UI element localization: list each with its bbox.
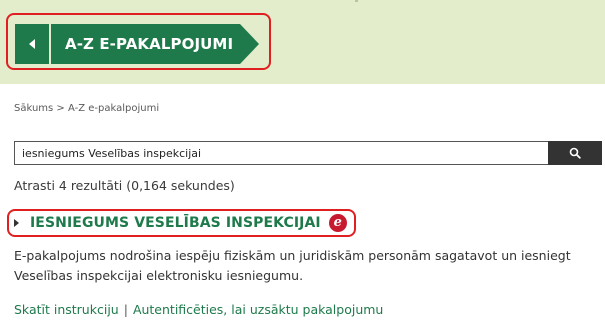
- results-summary: Atrasti 4 rezultāti (0,164 sekundes): [14, 178, 235, 193]
- result-title[interactable]: IESNIEGUMS VESELĪBAS INSPEKCIJAI e: [14, 214, 347, 232]
- back-button[interactable]: [15, 24, 49, 64]
- instruction-link[interactable]: Skatīt instrukciju: [14, 302, 119, 317]
- chevron-left-icon: [29, 39, 35, 49]
- page-banner: A-Z E-PAKALPOJUMI: [15, 24, 260, 64]
- caret-right-icon: [14, 219, 19, 227]
- breadcrumb[interactable]: Sākums > A-Z e-pakalpojumi: [14, 103, 159, 114]
- banner-arrow: [240, 24, 259, 64]
- authenticate-link[interactable]: Autentificēties, lai uzsāktu pakalpojumu: [133, 302, 383, 317]
- search-bar: [14, 141, 602, 165]
- result-links: Skatīt instrukciju | Autentificēties, lai …: [14, 302, 383, 317]
- result-description: E-pakalpojums nodrošina iespēju fiziskām…: [14, 248, 571, 283]
- e-service-icon: e: [328, 214, 347, 232]
- divider: [355, 0, 358, 2]
- search-input[interactable]: [14, 141, 549, 165]
- search-button[interactable]: [548, 141, 602, 165]
- search-icon: [569, 147, 581, 159]
- link-separator: |: [123, 302, 128, 317]
- page-title: A-Z E-PAKALPOJUMI: [51, 24, 240, 64]
- result-title-label[interactable]: IESNIEGUMS VESELĪBAS INSPEKCIJAI: [30, 215, 321, 231]
